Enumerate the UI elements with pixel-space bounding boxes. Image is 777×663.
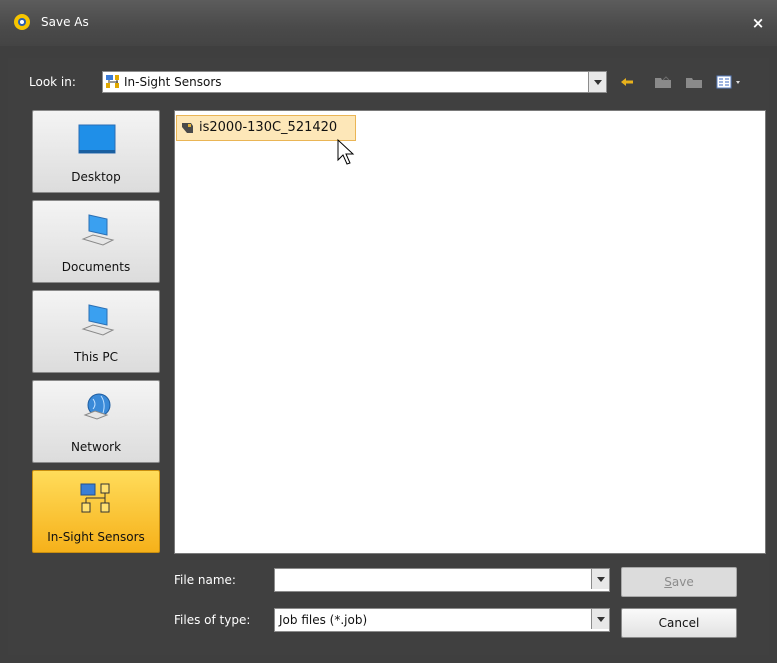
place-label: In-Sight Sensors: [47, 530, 145, 544]
app-icon: [14, 14, 30, 30]
sensor-network-icon: [80, 483, 110, 513]
mouse-pointer-icon: [337, 138, 355, 165]
up-folder-icon[interactable]: [652, 71, 674, 93]
computer-icon: [81, 214, 115, 246]
save-mnemonic: S: [664, 575, 672, 589]
place-in-sight-sensors[interactable]: In-Sight Sensors: [32, 470, 160, 553]
look-in-label: Look in:: [29, 75, 76, 89]
place-documents[interactable]: Documents: [32, 200, 160, 283]
save-as-dialog: Save As × Look in: In-Sight Sensors Desk…: [0, 0, 777, 663]
back-arrow-icon[interactable]: [616, 71, 638, 93]
file-list[interactable]: is2000-130C_521420: [174, 110, 766, 554]
list-item[interactable]: is2000-130C_521420: [176, 115, 356, 141]
place-label: Desktop: [71, 170, 121, 184]
view-menu-icon[interactable]: [713, 71, 747, 93]
place-desktop[interactable]: Desktop: [32, 110, 160, 193]
file-type-select[interactable]: Job files (*.job): [274, 608, 610, 632]
chevron-down-icon[interactable]: [591, 569, 609, 589]
title-bar[interactable]: Save As ×: [0, 0, 777, 46]
file-type-label: Files of type:: [174, 613, 251, 627]
place-label: Documents: [61, 260, 131, 274]
camera-sensor-icon: [182, 123, 193, 133]
save-label: ave: [671, 575, 694, 589]
file-name-field[interactable]: [274, 568, 610, 592]
file-name-label: File name:: [174, 573, 236, 587]
sensor-network-icon: [106, 75, 119, 88]
network-globe-icon: [83, 393, 111, 420]
window-title: Save As: [41, 15, 89, 29]
save-button[interactable]: Save: [621, 567, 737, 597]
desktop-icon: [78, 124, 116, 154]
look-in-dropdown[interactable]: In-Sight Sensors: [102, 71, 607, 93]
file-type-value: Job files (*.job): [279, 613, 368, 627]
chevron-down-icon[interactable]: [588, 72, 606, 92]
file-name-input[interactable]: [277, 570, 591, 591]
close-button[interactable]: ×: [747, 12, 769, 34]
place-label: Network: [70, 440, 122, 454]
place-this-pc[interactable]: This PC: [32, 290, 160, 373]
new-folder-icon[interactable]: [683, 71, 705, 93]
file-name-text: is2000-130C_521420: [199, 120, 338, 135]
place-label: This PC: [74, 350, 118, 364]
look-in-value: In-Sight Sensors: [124, 75, 222, 89]
place-network[interactable]: Network: [32, 380, 160, 463]
chevron-down-icon[interactable]: [591, 609, 609, 629]
computer-icon: [81, 304, 115, 336]
cancel-button[interactable]: Cancel: [621, 608, 737, 638]
